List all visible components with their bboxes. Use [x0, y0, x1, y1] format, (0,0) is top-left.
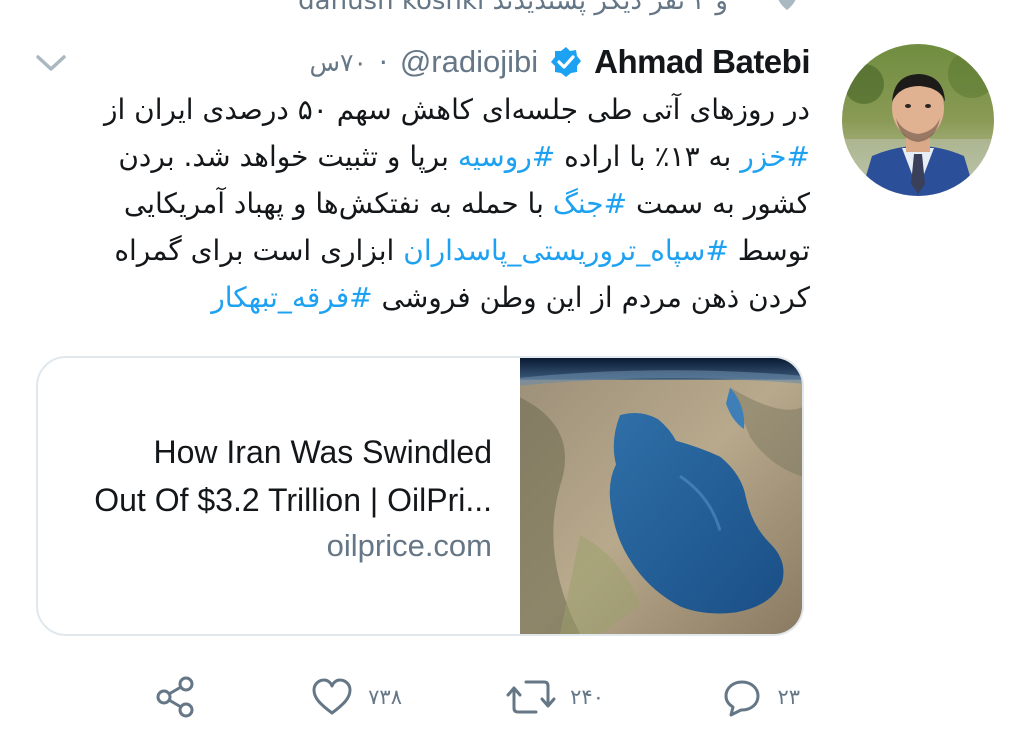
hashtag-link[interactable]: #خزر: [740, 140, 810, 173]
caret-down-icon[interactable]: [34, 50, 68, 76]
hashtag-link[interactable]: #سپاه_تروریستی_پاسداران: [403, 234, 729, 267]
hashtag-link[interactable]: #فرقه_تبهکار: [211, 281, 372, 314]
card-domain: oilprice.com: [326, 528, 492, 563]
reply-count: ۲۳: [777, 685, 800, 709]
tweet-text-line: کردن ذهن مردم از این وطن فروشی #فرقه_تبه…: [70, 274, 810, 321]
retweet-button[interactable]: ۲۴۰: [506, 672, 604, 722]
tweet-timestamp[interactable]: ۷۰س: [310, 48, 367, 77]
tweet-text-segment: کردن ذهن مردم از این وطن فروشی: [372, 281, 811, 314]
card-thumbnail-map: [520, 358, 802, 634]
like-icon: [312, 678, 352, 715]
hashtag-link[interactable]: #جنگ: [553, 187, 627, 220]
card-title-line: How Iran Was Swindled: [153, 434, 493, 470]
author-handle[interactable]: @radiojibi: [400, 44, 538, 80]
retweet-count: ۲۴۰: [570, 685, 604, 709]
tweet-text-line: #خزر به ۱۳٪ با اراده #روسیه برپا و تثبیت…: [70, 133, 810, 180]
reply-button[interactable]: ۲۳: [721, 672, 800, 722]
reply-icon: [724, 680, 760, 717]
card-title: How Iran Was Swindled Out Of $3.2 Trilli…: [52, 428, 492, 524]
hashtag-link[interactable]: #روسیه: [458, 140, 555, 173]
share-button[interactable]: [154, 672, 198, 722]
tweet-text-segment: توسط: [728, 234, 810, 267]
tweet-text-segment: با حمله به نفتکش‌ها و پهباد آمریکایی: [123, 187, 553, 220]
tweet-text-line: توسط #سپاه_تروریستی_پاسداران ابزاری است …: [70, 227, 810, 274]
social-context-text: و ۳ نفر دیگر پسندیدند danush koshki: [298, 0, 728, 16]
tweet-text-segment: کشور به سمت: [627, 187, 810, 220]
card-title-line: Out Of $3.2 Trillion | OilPri...: [94, 482, 492, 518]
retweet-icon: [506, 680, 556, 714]
tweet-text-segment: در روزهای آتی طی جلسه‌ای کاهش سهم ۵۰ درص…: [103, 93, 810, 126]
tweet-text: در روزهای آتی طی جلسه‌ای کاهش سهم ۵۰ درص…: [70, 86, 810, 321]
like-button[interactable]: ۷۳۸: [310, 672, 402, 722]
tweet-text-line: کشور به سمت #جنگ با حمله به نفتکش‌ها و پ…: [70, 180, 810, 227]
pin-icon: [778, 0, 796, 10]
header-separator: ·: [378, 45, 388, 79]
tweet-text-segment: ابزاری است برای گمراه: [114, 234, 404, 267]
verified-badge-icon: [551, 47, 582, 77]
tweet-text-segment: به ۱۳٪ با اراده: [555, 140, 741, 173]
tweet-text-line: در روزهای آتی طی جلسه‌ای کاهش سهم ۵۰ درص…: [70, 86, 810, 133]
share-icon: [156, 676, 194, 718]
author-name[interactable]: Ahmad Batebi: [594, 43, 810, 81]
tweet-header: Ahmad Batebi @radiojibi · ۷۰س: [310, 40, 811, 84]
avatar[interactable]: [842, 44, 994, 196]
tweet-text-segment: برپا و تثبیت خواهد شد. بردن: [118, 140, 458, 173]
link-preview-card[interactable]: How Iran Was Swindled Out Of $3.2 Trilli…: [36, 356, 804, 636]
like-count: ۷۳۸: [368, 685, 402, 709]
